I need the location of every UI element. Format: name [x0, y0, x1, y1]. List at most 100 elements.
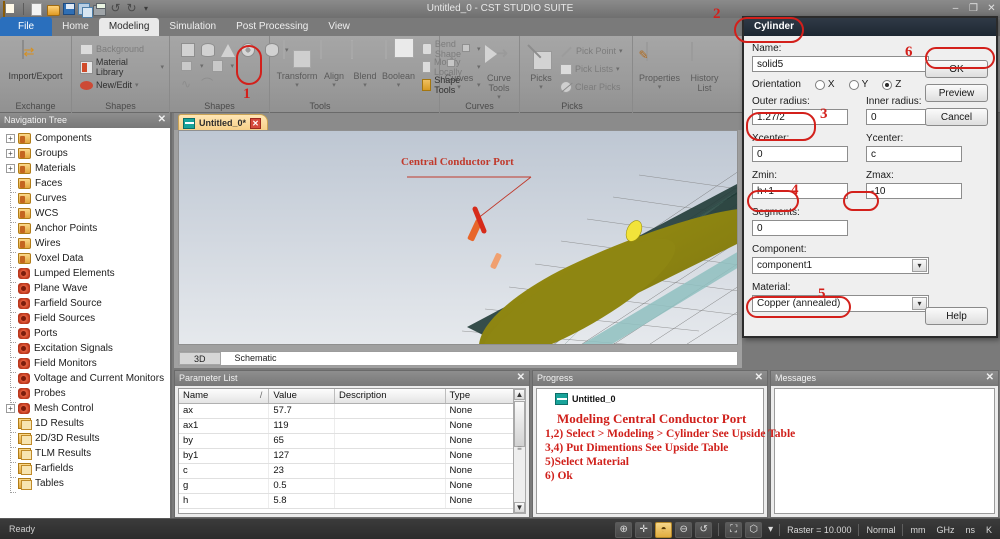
tree-item[interactable]: + Materials	[2, 161, 170, 176]
align-button[interactable]: Align ▾	[320, 39, 348, 89]
pan-icon[interactable]: ✛	[635, 521, 653, 538]
tree-item[interactable]: Excitation Signals	[2, 341, 170, 358]
material-library-button[interactable]: Material Library ▾	[80, 57, 164, 77]
table-row[interactable]: ax 57.7 None	[179, 403, 525, 419]
tab-3d[interactable]: 3D	[179, 352, 221, 365]
column-header-name[interactable]: Name /	[179, 389, 270, 404]
tree-item[interactable]: + Groups	[2, 146, 170, 161]
open-file-icon[interactable]	[47, 4, 60, 16]
preview-button[interactable]: Preview	[925, 84, 988, 102]
extrude-icon[interactable]	[181, 61, 192, 71]
orientation-radio-x[interactable]	[814, 79, 825, 90]
curve-tools-button[interactable]: Curve Tools ▾	[480, 41, 518, 101]
tree-item[interactable]: Curves	[2, 191, 170, 208]
orientation-radio-z[interactable]	[882, 79, 893, 90]
tree-item[interactable]: Field Sources	[2, 311, 170, 328]
column-header-value[interactable]: Value	[268, 389, 335, 404]
import-export-button[interactable]: Import/Export	[8, 39, 64, 81]
chevron-down-icon[interactable]: ▾	[231, 62, 235, 70]
chevron-down-icon[interactable]: ▾	[363, 81, 367, 89]
reset-view-icon[interactable]: ↺	[695, 521, 713, 538]
chevron-down-icon[interactable]: ▾	[295, 81, 299, 89]
expand-icon[interactable]: +	[6, 164, 15, 173]
outer-radius-input[interactable]: 1.27/2	[752, 109, 848, 125]
boolean-button[interactable]: Boolean ▾	[382, 39, 415, 89]
tree-item[interactable]: Wires	[2, 236, 170, 253]
pick-lists-button[interactable]: Pick Lists ▾	[560, 61, 623, 77]
print-icon[interactable]	[93, 2, 106, 16]
tree-item[interactable]: TLM Results	[2, 446, 170, 463]
tree-item[interactable]: Faces	[2, 176, 170, 193]
tree-item[interactable]: Voxel Data	[2, 251, 170, 268]
tree-item[interactable]: Anchor Points	[2, 221, 170, 238]
tree-item[interactable]: Tables	[2, 476, 170, 493]
blend-button[interactable]: Blend ▾	[351, 39, 379, 89]
copy-icon[interactable]	[78, 3, 93, 18]
close-icon[interactable]: ✕	[158, 114, 166, 125]
scroll-up-icon[interactable]: ▲	[514, 389, 525, 400]
3d-viewport[interactable]: Central Conductor Port	[178, 130, 738, 345]
table-row[interactable]: g 0.5 None	[179, 478, 525, 494]
rotate-icon[interactable]	[211, 60, 223, 72]
background-button[interactable]: Background	[80, 41, 164, 57]
chevron-down-icon[interactable]: ▾	[397, 81, 401, 89]
fit-view-icon[interactable]: ⛶	[725, 521, 743, 538]
table-row[interactable]: by 65 None	[179, 433, 525, 449]
tab-home[interactable]: Home	[52, 18, 99, 36]
column-header-description[interactable]: Description	[334, 389, 446, 404]
picks-button[interactable]: Picks ▾	[525, 41, 557, 91]
table-row[interactable]: c 23 None	[179, 463, 525, 479]
unit-frequency[interactable]: GHz	[932, 525, 958, 535]
tab-view[interactable]: View	[318, 18, 360, 36]
chevron-down-icon[interactable]: ▾	[619, 47, 623, 55]
tab-post-processing[interactable]: Post Processing	[226, 18, 318, 36]
chevron-down-icon[interactable]: ▾	[457, 83, 461, 91]
close-icon[interactable]: ✕	[755, 372, 763, 383]
tree-item[interactable]: + Mesh Control	[2, 401, 170, 416]
expand-icon[interactable]: +	[6, 149, 15, 158]
name-input[interactable]: solid5	[752, 56, 929, 72]
expand-icon[interactable]: +	[6, 404, 15, 413]
tab-schematic[interactable]: Schematic	[221, 352, 291, 365]
tree-item[interactable]: Ports	[2, 326, 170, 343]
tree-item[interactable]: Plane Wave	[2, 281, 170, 298]
tab-file[interactable]: File	[0, 17, 53, 36]
orientation-radio-y[interactable]	[848, 79, 859, 90]
zoom-out-icon[interactable]: ⊖	[675, 521, 693, 538]
tree-item[interactable]: Farfields	[2, 461, 170, 478]
chevron-down-icon[interactable]: ▾	[658, 83, 662, 91]
tree-item[interactable]: Probes	[2, 386, 170, 403]
segments-input[interactable]: 0	[752, 220, 848, 236]
cancel-button[interactable]: Cancel	[925, 108, 988, 126]
chevron-down-icon[interactable]: ▾	[616, 65, 620, 73]
chevron-down-icon[interactable]: ▾	[160, 63, 164, 71]
tree-item[interactable]: Farfield Source	[2, 296, 170, 313]
save-icon[interactable]	[63, 3, 75, 15]
cone-icon[interactable]	[221, 43, 235, 57]
rotate-icon[interactable]: ◓	[655, 521, 673, 538]
curves-button[interactable]: Curves ▾	[441, 41, 477, 91]
scroll-down-icon[interactable]: ▼	[514, 502, 525, 513]
table-row[interactable]: by1 127 None	[179, 448, 525, 464]
chevron-down-icon[interactable]: ▾	[497, 93, 501, 101]
scrollbar-thumb[interactable]	[514, 401, 525, 447]
chevron-down-icon[interactable]: ▾	[200, 62, 204, 70]
chevron-down-icon[interactable]: ▾	[135, 81, 139, 89]
customize-qat-icon[interactable]: ▾	[141, 2, 151, 16]
table-row[interactable]: ax1 119 None	[179, 418, 525, 434]
document-tab[interactable]: Untitled_0* ✕	[178, 114, 269, 130]
cylinder-shape-icon[interactable]	[201, 43, 215, 57]
properties-button[interactable]: Properties ▾	[638, 41, 682, 91]
tree-item[interactable]: WCS	[2, 206, 170, 223]
expand-icon[interactable]: +	[6, 134, 15, 143]
pick-point-button[interactable]: Pick Point ▾	[560, 43, 623, 59]
undo-icon[interactable]: ↺	[109, 2, 122, 16]
curve-arc-icon[interactable]: ⌒	[201, 75, 213, 92]
brick-icon[interactable]	[181, 43, 195, 57]
tree-item[interactable]: 2D/3D Results	[2, 431, 170, 448]
tree-item[interactable]: Voltage and Current Monitors	[2, 371, 170, 388]
tree-item[interactable]: + Components	[2, 131, 170, 146]
chevron-down-icon[interactable]: ▾	[539, 83, 543, 91]
curve-line-icon[interactable]: ∿	[181, 77, 191, 91]
redo-icon[interactable]: ↻	[125, 2, 138, 16]
